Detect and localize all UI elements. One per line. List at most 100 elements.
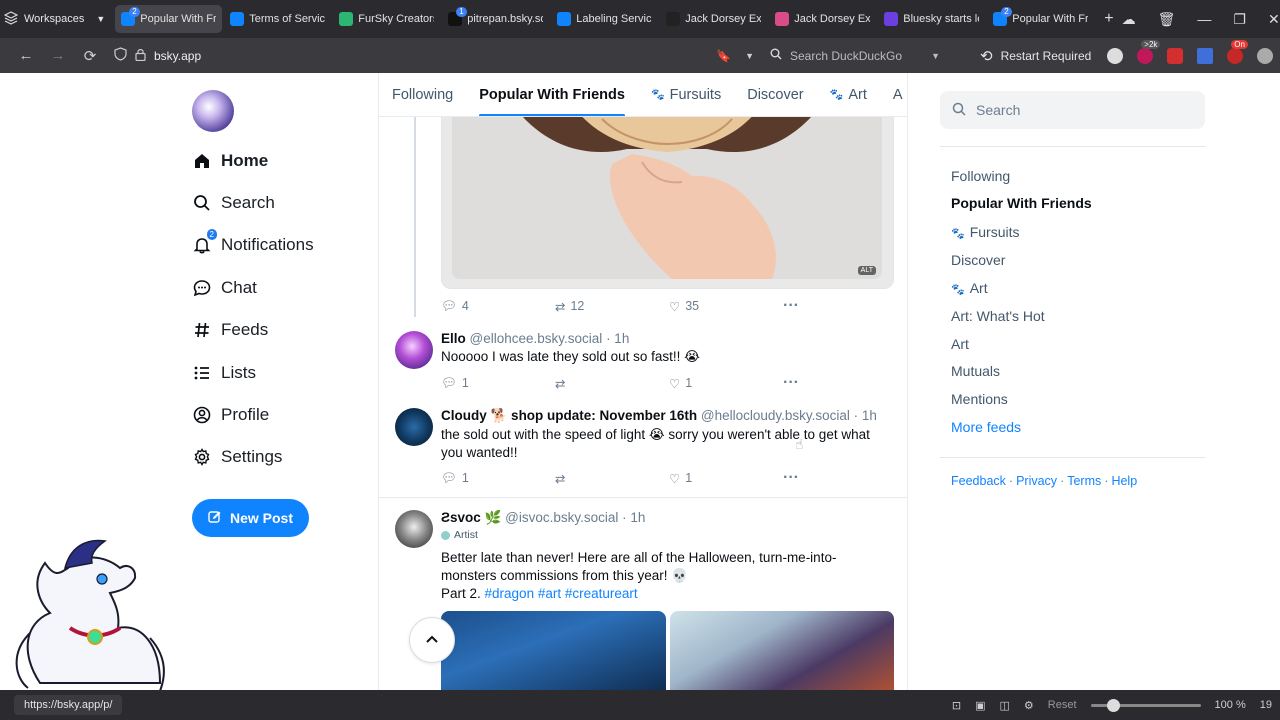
extension-icon[interactable]: >2k [1137, 39, 1161, 64]
browser-tab[interactable]: 2 Popular With Fr [115, 5, 223, 33]
sidebar-feed-item[interactable]: Mentions [951, 391, 1008, 407]
reload-button[interactable]: ⟳ [74, 47, 106, 65]
post-image[interactable] [441, 611, 666, 690]
post-image[interactable] [669, 611, 894, 690]
browser-tab[interactable]: 2 Popular With Fri [987, 5, 1094, 33]
extension-icon[interactable] [1107, 47, 1124, 64]
back-button[interactable]: ← [10, 47, 42, 64]
zoom-slider-knob[interactable] [1106, 698, 1120, 712]
browser-tab[interactable]: Bluesky starts le [878, 5, 985, 33]
reply-button[interactable]: 💬︎ 1 [441, 471, 555, 486]
new-tab-button[interactable]: + [1096, 10, 1121, 28]
feed-tab[interactable]: Discover [734, 73, 816, 116]
avatar[interactable] [395, 510, 433, 548]
browser-tab[interactable]: Terms of Service [224, 5, 331, 33]
timestamp[interactable]: · 1h [854, 408, 877, 423]
zoom-reset-button[interactable]: Reset [1048, 699, 1077, 711]
more-options-button[interactable]: ··· [783, 469, 813, 487]
hashtag-link[interactable]: #creatureart [565, 586, 638, 601]
handle[interactable]: @hellocloudy.bsky.social [701, 408, 850, 423]
nav-item-settings[interactable]: Settings [192, 447, 282, 467]
zoom-slider[interactable] [1090, 698, 1201, 712]
nav-item-feeds[interactable]: Feeds [192, 320, 268, 340]
sidebar-feed-item[interactable]: 🐾 Fursuits [951, 224, 1020, 240]
browser-tab[interactable]: Jack Dorsey Exp [769, 5, 876, 33]
terms-link[interactable]: Terms [1067, 474, 1101, 488]
feedback-link[interactable]: Feedback [951, 474, 1006, 488]
minimize-button[interactable]: — [1197, 11, 1211, 27]
chevron-down-icon[interactable]: ▼ [745, 51, 754, 61]
like-button[interactable]: ♡ 1 [669, 471, 783, 486]
alt-badge[interactable]: ALT [857, 266, 876, 275]
browser-tab[interactable]: Jack Dorsey Exit [660, 5, 767, 33]
feed-tab[interactable]: A [880, 73, 907, 116]
url-field[interactable]: bsky.app 🔖 ▼ [114, 47, 754, 64]
capture-icon[interactable]: ⊡ [952, 699, 961, 712]
artist-label[interactable]: Artist [441, 529, 478, 541]
scroll-to-top-button[interactable] [409, 617, 455, 663]
timestamp[interactable]: · 1h [606, 331, 629, 346]
sidebar-feed-item[interactable]: Popular With Friends [951, 195, 1092, 211]
search-input[interactable]: Search [940, 91, 1205, 129]
like-button[interactable]: ♡ 35 [669, 299, 783, 314]
repost-button[interactable]: ⇄ [555, 376, 669, 391]
sidebar-feed-item[interactable]: Art: What's Hot [951, 308, 1045, 324]
hashtag-link[interactable]: #art [538, 586, 561, 601]
reply-button[interactable]: 💬︎ 4 [441, 299, 555, 314]
sidebar-feed-item[interactable]: Art [951, 336, 969, 352]
display-name[interactable]: Ello [441, 331, 466, 346]
display-name[interactable]: Cloudy 🐕 shop update: November 16th [441, 408, 697, 423]
restart-required-button[interactable]: ⟲ Restart Required [980, 47, 1091, 65]
repost-button[interactable]: ⇄ 12 [555, 299, 669, 314]
hashtag-link[interactable]: #dragon [485, 586, 535, 601]
restore-button[interactable]: ❐ [1233, 11, 1246, 28]
more-feeds-link[interactable]: More feeds [951, 419, 1021, 435]
close-button[interactable]: ✕ [1268, 11, 1280, 28]
avatar[interactable] [395, 408, 433, 446]
repost-button[interactable]: ⇄ [555, 471, 669, 486]
help-link[interactable]: Help [1111, 474, 1137, 488]
new-post-button[interactable]: New Post [192, 499, 309, 537]
nav-item-notifications[interactable]: 2 Notifications [192, 229, 314, 255]
feed-tab[interactable]: 🐾 Art [817, 73, 880, 116]
page-actions-icon[interactable]: ⚙ [1024, 699, 1034, 712]
profile-icon[interactable] [1257, 47, 1274, 64]
trash-icon[interactable]: 🗑 [1158, 11, 1176, 28]
nav-item-home[interactable]: Home [192, 151, 268, 171]
like-button[interactable]: ♡ 1 [669, 376, 783, 391]
cloud-icon[interactable]: ☁ [1122, 11, 1136, 28]
chevron-down-icon[interactable]: ▼ [931, 51, 940, 61]
feed-tab[interactable]: Following [379, 73, 466, 116]
more-options-button[interactable]: ··· [783, 297, 813, 315]
sidebar-feed-item[interactable]: Following [951, 168, 1010, 184]
feed-tab[interactable]: 🐾 Fursuits [638, 73, 734, 116]
cookie-photo[interactable]: ALT [452, 104, 882, 279]
chart-extension-icon[interactable] [1197, 47, 1214, 64]
display-name[interactable]: Ƨsvoc 🌿 [441, 510, 501, 525]
user-avatar[interactable] [192, 90, 234, 132]
sidebar-feed-item[interactable]: Discover [951, 252, 1005, 268]
handle[interactable]: @isvoc.bsky.social [505, 510, 618, 525]
shield-icon[interactable] [114, 47, 127, 64]
nav-item-profile[interactable]: Profile [192, 405, 269, 425]
more-options-button[interactable]: ··· [783, 374, 813, 392]
timestamp[interactable]: · 1h [622, 510, 645, 525]
sidebar-feed-item[interactable]: Mutuals [951, 363, 1000, 379]
avatar[interactable] [395, 331, 433, 369]
heart-extension-icon[interactable] [1167, 47, 1184, 64]
nav-item-search[interactable]: Search [192, 193, 275, 213]
nav-item-lists[interactable]: Lists [192, 363, 256, 383]
browser-tab[interactable]: 1 pitrepan.bsky.so [442, 5, 549, 33]
browser-tab[interactable]: Labeling Service [551, 5, 658, 33]
sidebar-feed-item[interactable]: 🐾 Art [951, 280, 988, 296]
image-icon[interactable]: ▣ [975, 699, 985, 712]
forward-button[interactable]: → [42, 47, 74, 64]
post-image-card[interactable]: ALT [441, 103, 894, 289]
workspaces-button[interactable]: Workspaces ▼ [0, 0, 115, 38]
bookmark-icon[interactable]: 🔖 [716, 49, 731, 63]
feed-tab[interactable]: Popular With Friends [466, 73, 638, 116]
browser-tab[interactable]: FurSky Creators [333, 5, 440, 33]
tile-icon[interactable]: ◫ [1000, 699, 1010, 712]
extension-icon[interactable]: On [1227, 39, 1248, 64]
reply-button[interactable]: 💬︎ 1 [441, 376, 555, 391]
